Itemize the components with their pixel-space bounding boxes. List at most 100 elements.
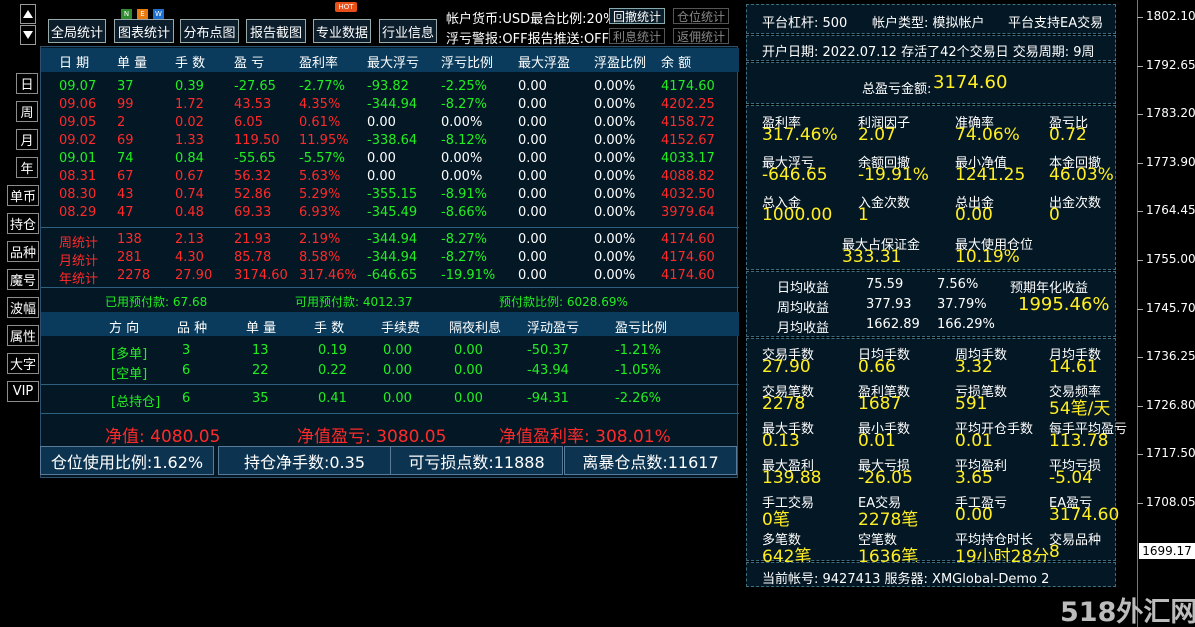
- new-badge-e: E: [137, 9, 148, 19]
- table-row-cell: 6.93%: [299, 205, 341, 220]
- table-row-cell: 0.00: [367, 151, 396, 166]
- scroll-up-button[interactable]: [20, 4, 36, 24]
- table-row-cell: 0.00: [518, 151, 547, 166]
- table-row-cell: -8.91%: [441, 187, 487, 202]
- bottom-stat-3: 离暴仓点数:11617: [564, 446, 737, 475]
- side-button-11[interactable]: VIP: [7, 381, 39, 402]
- summary-row-cell: -646.65: [367, 268, 418, 283]
- col-header: 盈利率: [299, 56, 339, 71]
- side-button-1[interactable]: 周: [16, 101, 38, 122]
- table-row-cell: 52.86: [234, 187, 272, 202]
- pro-data-button[interactable]: 专业数据: [313, 19, 371, 43]
- triangle-down-icon: [23, 31, 33, 39]
- annual-value: 1995.46%: [1018, 294, 1110, 315]
- price-tick-mark: [1137, 454, 1143, 456]
- table-row-cell: 0.00%: [594, 97, 636, 112]
- price-tick-label: 1773.90: [1146, 154, 1195, 169]
- price-axis-line: [1137, 0, 1138, 627]
- price-tick-mark: [1137, 162, 1143, 164]
- table-row-cell: 5.29%: [299, 187, 341, 202]
- metric-value: 0: [1049, 205, 1060, 225]
- currency-label: 帐户货币:USD最合比例:20%: [446, 12, 616, 27]
- total-pnl-label: 总盈亏金额:: [862, 82, 932, 97]
- table-row-cell: 4202.25: [661, 97, 715, 112]
- metric-value: 317.46%: [762, 125, 838, 145]
- price-tick-label: 1745.70: [1146, 300, 1195, 315]
- metric-value: 2278笔: [858, 510, 919, 530]
- summary-row-cell: 2278: [117, 268, 151, 283]
- report-screenshot-button[interactable]: 报告截图: [246, 19, 306, 43]
- col-header: 日 期: [59, 56, 90, 71]
- summary-row-cell: 138: [117, 232, 142, 247]
- table-row-cell: 0.02: [175, 115, 204, 130]
- side-button-7[interactable]: 魔号: [7, 269, 39, 290]
- position-stats-button[interactable]: 仓位统计: [673, 8, 729, 24]
- summary-row-cell: 0.00: [518, 232, 547, 247]
- drawdown-stats-button[interactable]: 回撤统计: [609, 8, 665, 24]
- metric-value: 0.13: [762, 431, 800, 451]
- distribution-button[interactable]: 分布点图: [180, 19, 239, 43]
- table-row-cell: 0.00: [518, 187, 547, 202]
- used-margin-label: 已用预付款: 67.68: [105, 295, 208, 309]
- table-row-cell: 4.35%: [299, 97, 341, 112]
- price-tick-label: 1736.25: [1146, 349, 1195, 364]
- metric-value: -5.04: [1049, 468, 1093, 488]
- position-total-cell: 35: [252, 391, 269, 406]
- stats-panel: 平台杠杆: 500 帐户类型: 模拟帐户 平台支持EA交易 开户日期: 2022…: [746, 4, 1127, 587]
- interest-stats-button[interactable]: 利息统计: [609, 28, 665, 44]
- table-row-cell: 08.29: [59, 205, 97, 220]
- table-row-cell: 09.07: [59, 79, 97, 94]
- table-row-cell: 0.00: [518, 115, 547, 130]
- side-button-5[interactable]: 持仓: [7, 213, 39, 234]
- chart-stats-button[interactable]: 图表统计: [114, 19, 174, 43]
- table-row-cell: 0.48: [175, 205, 204, 220]
- metric-value: 139.88: [762, 468, 822, 488]
- metric-value: 1000.00: [762, 205, 833, 225]
- side-button-0[interactable]: 日: [16, 73, 38, 94]
- summary-row-cell: -344.94: [367, 250, 418, 265]
- industry-info-button[interactable]: 行业信息: [379, 19, 437, 43]
- summary-row-cell: 2.13: [175, 232, 204, 247]
- table-row-cell: 0.00: [367, 169, 396, 184]
- table-row-cell: -345.49: [367, 205, 418, 220]
- position-row-cell: -43.94: [527, 363, 569, 378]
- metric-value: 591: [955, 394, 988, 414]
- global-stats-button[interactable]: 全局统计: [48, 19, 106, 43]
- account-label: 当前帐号: 9427413 服务器: XMGlobal-Demo 2: [762, 572, 1050, 587]
- summary-row-cell: -8.27%: [441, 232, 487, 247]
- divider: [41, 384, 739, 385]
- price-tick-mark: [1137, 17, 1143, 18]
- table-row-cell: 69.33: [234, 205, 272, 220]
- price-tick-label: 1792.65: [1146, 57, 1195, 72]
- table-row-cell: -2.77%: [299, 79, 345, 94]
- rebate-stats-button[interactable]: 返佣统计: [673, 28, 729, 44]
- side-button-6[interactable]: 品种: [7, 241, 39, 262]
- side-button-9[interactable]: 属性: [7, 325, 39, 346]
- table-row-cell: 08.30: [59, 187, 97, 202]
- summary-row-cell: 2.19%: [299, 232, 341, 247]
- side-button-3[interactable]: 年: [16, 157, 38, 178]
- metric-value: 2278: [762, 394, 806, 414]
- side-button-8[interactable]: 波幅: [7, 297, 39, 318]
- side-button-2[interactable]: 月: [16, 129, 38, 150]
- avail-margin-label: 可用预付款: 4012.37: [295, 295, 413, 309]
- metric-value: 0.01: [858, 431, 896, 451]
- position-col-header: 浮动盈亏: [527, 321, 580, 336]
- metric-value: 0.00: [955, 205, 993, 225]
- metrics-box-1: 盈利率 317.46% 利润因子 2.07 准确率 74.06% 盈亏比 0.72 最大浮亏 -6…: [746, 105, 1116, 270]
- table-row-cell: 09.02: [59, 133, 97, 148]
- leverage-label: 平台杠杆: 500: [762, 16, 848, 31]
- income-value: 377.93: [866, 297, 912, 312]
- position-row-cell: [空单]: [111, 367, 148, 382]
- position-col-header: 品 种: [177, 321, 208, 336]
- col-header: 最大浮盈: [518, 56, 571, 71]
- metric-value: 0.00: [955, 505, 993, 525]
- position-col-header: 手 数: [314, 321, 345, 336]
- summary-row-cell: 4174.60: [661, 232, 715, 247]
- open-date-box: 开户日期: 2022.07.12 存活了42个交易日 交易周期: 9周: [746, 35, 1116, 61]
- side-button-4[interactable]: 单币: [7, 185, 39, 206]
- scroll-down-button[interactable]: [20, 25, 36, 45]
- side-button-10[interactable]: 大字: [7, 353, 39, 374]
- metric-value: 1: [858, 205, 869, 225]
- summary-row-cell: 281: [117, 250, 142, 265]
